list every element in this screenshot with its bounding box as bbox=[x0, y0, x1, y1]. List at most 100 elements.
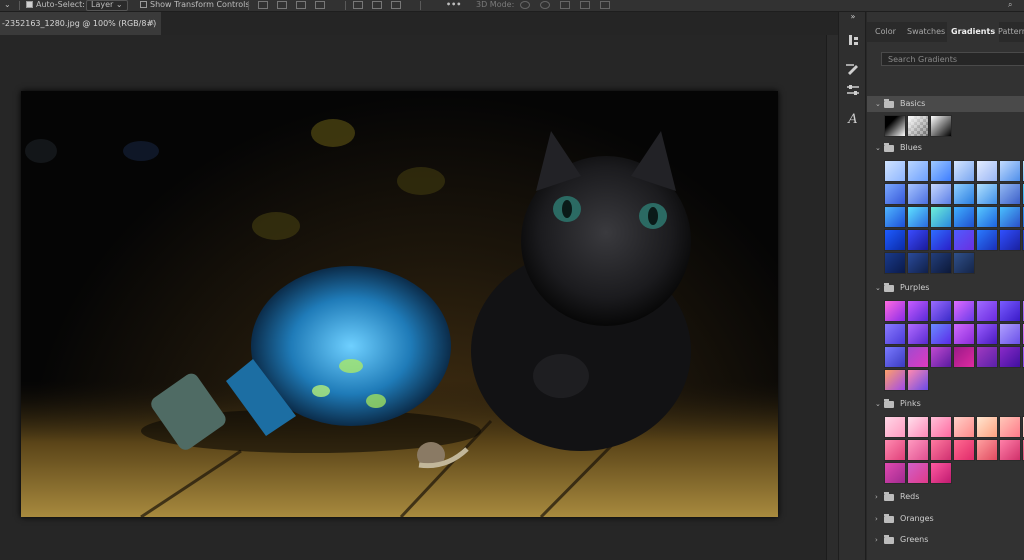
gradient-swatch[interactable] bbox=[976, 183, 998, 205]
gradient-swatch[interactable] bbox=[907, 206, 929, 228]
more-options-button[interactable]: ••• bbox=[446, 0, 461, 11]
gradient-swatch[interactable] bbox=[907, 416, 929, 438]
chevron-down-icon[interactable]: ⌄ bbox=[875, 140, 881, 156]
gradient-swatch[interactable] bbox=[884, 300, 906, 322]
gradient-swatch[interactable] bbox=[930, 160, 952, 182]
gradient-swatch[interactable] bbox=[907, 369, 929, 391]
collapse-panels-icon[interactable]: » bbox=[845, 12, 861, 22]
adjustments-icon[interactable] bbox=[845, 82, 861, 98]
auto-select-checkbox[interactable] bbox=[26, 1, 33, 8]
gradient-swatch[interactable] bbox=[884, 346, 906, 368]
group-blues[interactable]: ⌄ Blues bbox=[867, 140, 1024, 156]
group-oranges[interactable]: › Oranges bbox=[867, 511, 1024, 527]
group-pinks[interactable]: ⌄ Pinks bbox=[867, 396, 1024, 412]
gradient-swatch[interactable] bbox=[999, 346, 1021, 368]
gradient-swatch[interactable] bbox=[884, 252, 906, 274]
gradient-swatch[interactable] bbox=[953, 229, 975, 251]
align-bottom-icon[interactable] bbox=[391, 1, 401, 9]
show-transform-checkbox[interactable] bbox=[140, 1, 147, 8]
gradient-swatch[interactable] bbox=[999, 323, 1021, 345]
gradient-swatch[interactable] bbox=[930, 346, 952, 368]
gradient-swatch[interactable] bbox=[953, 300, 975, 322]
history-brush-icon[interactable] bbox=[845, 32, 861, 48]
gradient-swatch[interactable] bbox=[976, 160, 998, 182]
gradient-swatch[interactable] bbox=[930, 439, 952, 461]
gradient-swatch[interactable] bbox=[930, 300, 952, 322]
gradient-swatch[interactable] bbox=[976, 206, 998, 228]
gradient-swatch[interactable] bbox=[930, 252, 952, 274]
align-left-icon[interactable] bbox=[258, 1, 268, 9]
tool-preset-chevron-icon[interactable]: ⌄ bbox=[4, 0, 11, 11]
gradient-swatch[interactable] bbox=[953, 252, 975, 274]
gradient-swatch[interactable] bbox=[953, 439, 975, 461]
chevron-right-icon[interactable]: › bbox=[875, 532, 878, 548]
gradient-swatch[interactable] bbox=[953, 416, 975, 438]
document-tab[interactable]: -2352163_1280.jpg @ 100% (RGB/8#) × bbox=[0, 12, 161, 35]
group-greens[interactable]: › Greens bbox=[867, 532, 1024, 548]
align-right-icon[interactable] bbox=[296, 1, 306, 9]
search-icon[interactable]: ⌕ bbox=[1008, 0, 1012, 11]
align-middle-icon[interactable] bbox=[372, 1, 382, 9]
gradient-swatch[interactable] bbox=[999, 160, 1021, 182]
gradient-swatch[interactable] bbox=[907, 346, 929, 368]
gradient-swatch[interactable] bbox=[930, 229, 952, 251]
chevron-down-icon[interactable]: ⌄ bbox=[875, 96, 881, 112]
chevron-right-icon[interactable]: › bbox=[875, 511, 878, 527]
gradient-swatch[interactable] bbox=[907, 183, 929, 205]
tab-gradients[interactable]: Gradients bbox=[947, 22, 1000, 42]
gradient-swatch[interactable] bbox=[930, 183, 952, 205]
align-center-icon[interactable] bbox=[277, 1, 287, 9]
gradient-swatch[interactable] bbox=[884, 183, 906, 205]
gradient-swatch[interactable] bbox=[999, 416, 1021, 438]
gradient-swatch[interactable] bbox=[907, 115, 929, 137]
gradient-swatch[interactable] bbox=[999, 300, 1021, 322]
gradient-swatch[interactable] bbox=[907, 160, 929, 182]
tab-color[interactable]: Color bbox=[875, 22, 896, 42]
gradient-swatch[interactable] bbox=[976, 416, 998, 438]
align-vertical-icon[interactable] bbox=[353, 1, 363, 9]
group-basics[interactable]: ⌄ Basics bbox=[867, 96, 1024, 112]
3d-slide-icon[interactable] bbox=[580, 1, 590, 9]
gradient-swatch[interactable] bbox=[884, 439, 906, 461]
chevron-down-icon[interactable]: ⌄ bbox=[875, 280, 881, 296]
auto-select-toggle[interactable]: Auto-Select: bbox=[26, 0, 85, 11]
3d-scale-icon[interactable] bbox=[600, 1, 610, 9]
chevron-down-icon[interactable]: ⌄ bbox=[875, 396, 881, 412]
tab-patterns[interactable]: Patterns bbox=[998, 22, 1024, 42]
gradient-swatch[interactable] bbox=[930, 206, 952, 228]
gradient-swatch[interactable] bbox=[999, 183, 1021, 205]
gradient-swatch[interactable] bbox=[884, 369, 906, 391]
gradient-swatch[interactable] bbox=[907, 300, 929, 322]
gradient-swatch[interactable] bbox=[999, 206, 1021, 228]
gradient-swatch[interactable] bbox=[884, 462, 906, 484]
gradient-swatch[interactable] bbox=[884, 206, 906, 228]
gradient-swatch[interactable] bbox=[976, 300, 998, 322]
chevron-right-icon[interactable]: › bbox=[875, 489, 878, 505]
gradient-swatch[interactable] bbox=[953, 206, 975, 228]
group-purples[interactable]: ⌄ Purples bbox=[867, 280, 1024, 296]
gradient-swatch[interactable] bbox=[999, 229, 1021, 251]
gradient-swatch[interactable] bbox=[884, 115, 906, 137]
gradient-swatch[interactable] bbox=[907, 462, 929, 484]
gradient-swatch[interactable] bbox=[930, 115, 952, 137]
3d-orbit-icon[interactable] bbox=[520, 1, 530, 9]
gradient-swatch[interactable] bbox=[907, 439, 929, 461]
3d-roll-icon[interactable] bbox=[540, 1, 550, 9]
gradient-swatch[interactable] bbox=[976, 346, 998, 368]
show-transform-toggle[interactable]: Show Transform Controls bbox=[140, 0, 250, 11]
gradient-swatch[interactable] bbox=[953, 183, 975, 205]
gradient-swatch[interactable] bbox=[930, 323, 952, 345]
gradient-swatch[interactable] bbox=[953, 323, 975, 345]
align-top-icon[interactable] bbox=[315, 1, 325, 9]
layer-select[interactable]: Layer ⌄ bbox=[86, 0, 128, 11]
gradient-swatch[interactable] bbox=[930, 416, 952, 438]
canvas-area[interactable] bbox=[0, 35, 826, 560]
gradient-swatch[interactable] bbox=[884, 323, 906, 345]
gradient-swatch[interactable] bbox=[907, 229, 929, 251]
gradient-swatch[interactable] bbox=[884, 160, 906, 182]
glyphs-icon[interactable]: A bbox=[845, 112, 861, 128]
close-icon[interactable]: × bbox=[147, 12, 155, 35]
gradient-swatch[interactable] bbox=[907, 252, 929, 274]
gradient-swatch[interactable] bbox=[953, 346, 975, 368]
gradient-swatch[interactable] bbox=[953, 160, 975, 182]
